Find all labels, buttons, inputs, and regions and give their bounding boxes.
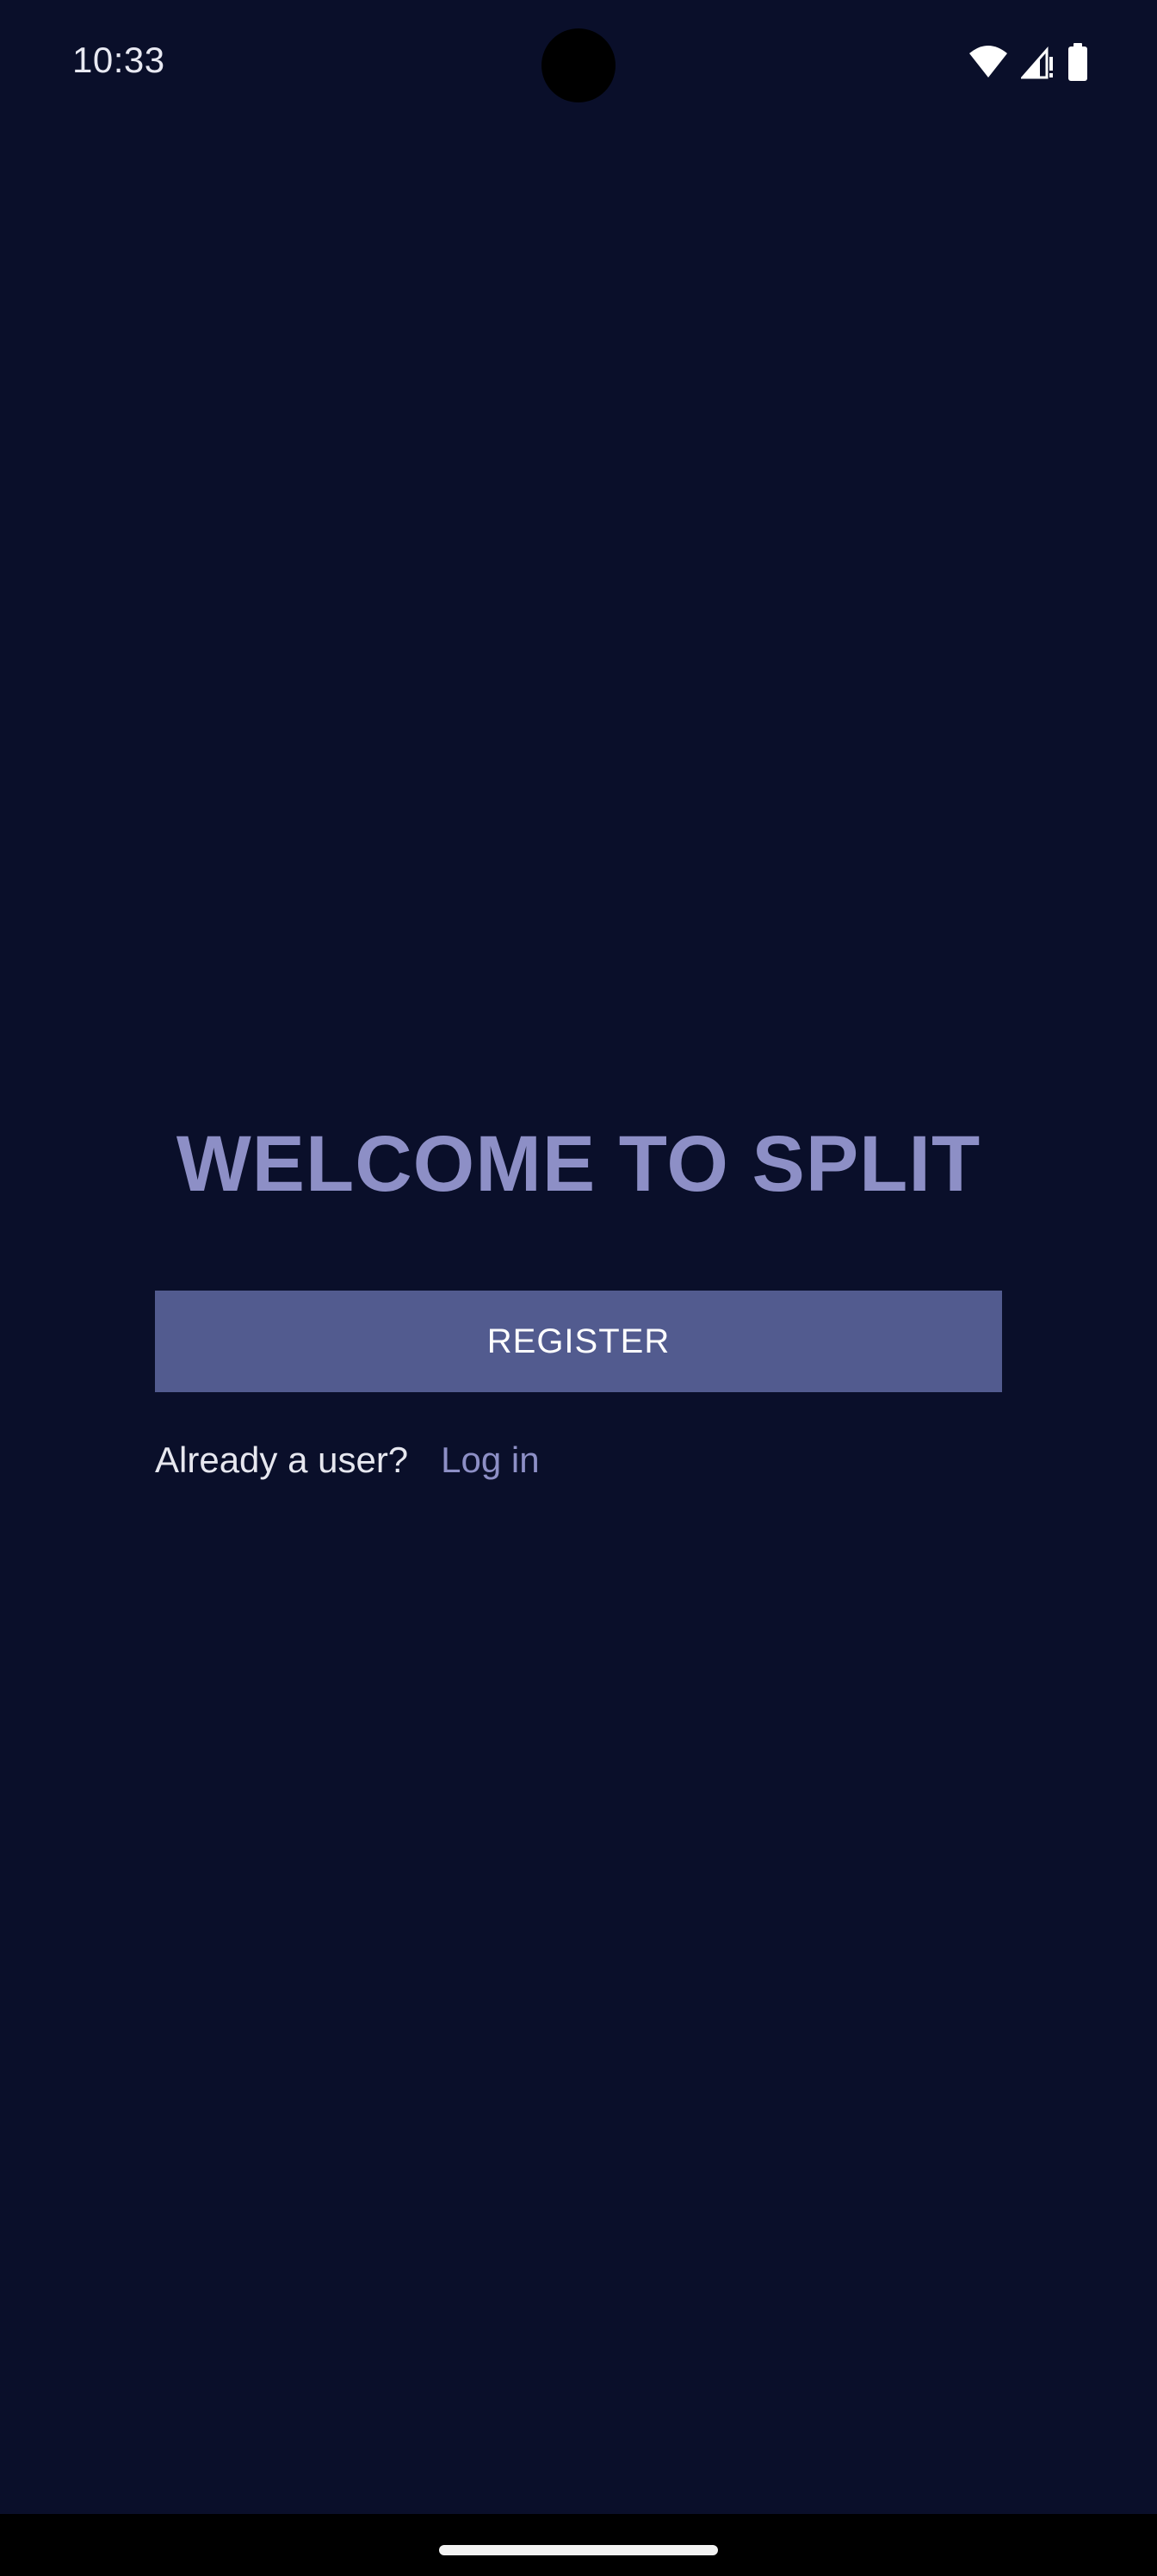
navigation-bar (0, 2514, 1157, 2576)
home-indicator[interactable] (439, 2545, 718, 2555)
status-icons (968, 43, 1088, 81)
login-link[interactable]: Log in (441, 1440, 539, 1481)
wifi-icon (968, 45, 1009, 79)
register-button[interactable]: REGISTER (155, 1291, 1002, 1392)
screen: 10:33 WELCOME TO SPLIT REGISTER Already … (0, 0, 1157, 2576)
battery-icon (1067, 43, 1088, 81)
welcome-title: WELCOME TO SPLIT (176, 1120, 981, 1208)
status-time: 10:33 (72, 40, 165, 80)
signal-icon (1021, 45, 1055, 79)
status-bar: 10:33 (0, 0, 1157, 129)
camera-cutout (541, 28, 616, 102)
login-row: Already a user? Log in (155, 1440, 540, 1481)
already-user-text: Already a user? (155, 1440, 409, 1480)
